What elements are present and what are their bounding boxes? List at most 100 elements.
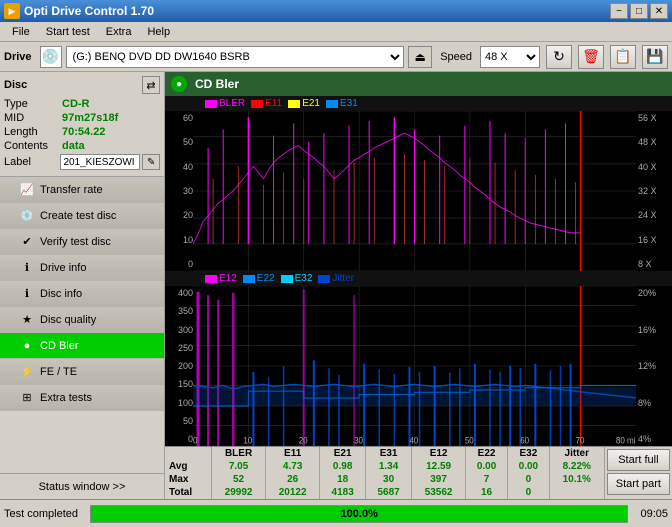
- menu-start-test[interactable]: Start test: [38, 24, 98, 40]
- nav-verify-test-disc[interactable]: ✔ Verify test disc: [0, 229, 164, 255]
- label-label: Label: [4, 156, 60, 168]
- upper-y-axis-left: 60 50 40 30 20 10 0: [165, 111, 193, 271]
- e11-label: E11: [265, 98, 282, 109]
- legend-bler: BLER: [205, 98, 245, 109]
- chart-header: ● CD Bler: [165, 72, 672, 96]
- nav-cd-bler[interactable]: ● CD Bler: [0, 333, 164, 359]
- save-button[interactable]: 💾: [642, 45, 668, 69]
- legend-e31: E31: [326, 98, 358, 109]
- nav-extra-tests[interactable]: ⊞ Extra tests: [0, 385, 164, 411]
- col-header-jitter: Jitter: [549, 447, 604, 460]
- erase-button[interactable]: 🗑: [578, 45, 604, 69]
- nav-transfer-rate[interactable]: 📈 Transfer rate: [0, 177, 164, 203]
- e31-label: E31: [340, 98, 358, 109]
- chart-title: CD Bler: [195, 77, 239, 91]
- status-window-label: Status window >>: [39, 481, 126, 493]
- e12-color: [205, 275, 217, 283]
- total-e22: 16: [466, 486, 508, 499]
- label-edit-button[interactable]: ✎: [142, 154, 160, 170]
- col-header-e21: E21: [320, 447, 366, 460]
- lower-chart-area: E12 E22 E32 Jitter 400: [165, 271, 672, 446]
- status-window-button[interactable]: Status window >>: [0, 473, 164, 499]
- menu-file[interactable]: File: [4, 24, 38, 40]
- svg-text:80 min: 80 min: [616, 435, 636, 446]
- status-bar: Test completed 100.0% 09:05: [0, 499, 672, 527]
- total-e32: 0: [507, 486, 549, 499]
- svg-text:70: 70: [576, 435, 585, 446]
- contents-value: data: [62, 140, 85, 152]
- lower-y-axis-left: 400 350 300 250 200 150 100 50 0: [165, 286, 193, 446]
- col-header-e31: E31: [366, 447, 412, 460]
- start-full-button[interactable]: Start full: [607, 449, 670, 471]
- max-e31: 30: [366, 473, 412, 486]
- legend-e11: E11: [251, 98, 282, 109]
- label-input[interactable]: [60, 154, 140, 170]
- max-bler: 52: [212, 473, 266, 486]
- jitter-color: [318, 275, 330, 283]
- nav-fe-te[interactable]: ⚡ FE / TE: [0, 359, 164, 385]
- speed-select[interactable]: 48 X: [480, 46, 540, 68]
- legend-e32: E32: [281, 273, 313, 284]
- legend-e21: E21: [288, 98, 320, 109]
- contents-label: Contents: [4, 140, 62, 152]
- drive-select[interactable]: (G:) BENQ DVD DD DW1640 BSRB: [66, 46, 405, 68]
- upper-chart-svg-container: 60 50 40 30 20 10 0: [165, 111, 672, 271]
- close-button[interactable]: ✕: [650, 3, 668, 19]
- nav-disc-info-label: Disc info: [40, 288, 82, 300]
- avg-e31: 1.34: [366, 460, 412, 473]
- total-bler: 29992: [212, 486, 266, 499]
- copy-button[interactable]: 📋: [610, 45, 636, 69]
- minimize-button[interactable]: −: [610, 3, 628, 19]
- data-table-area: BLER E11 E21 E31 E12 E22 E32 Jitter Avg: [165, 446, 672, 499]
- length-value: 70:54.22: [62, 126, 105, 138]
- upper-chart-area: BLER E11 E21 E31 60: [165, 96, 672, 271]
- progress-label: 100.0%: [91, 506, 627, 522]
- avg-bler: 7.05: [212, 460, 266, 473]
- nav-disc-info[interactable]: ℹ Disc info: [0, 281, 164, 307]
- nav-create-test-disc[interactable]: 💿 Create test disc: [0, 203, 164, 229]
- status-text: Test completed: [4, 508, 78, 520]
- e12-label: E12: [219, 273, 237, 284]
- refresh-button[interactable]: ↻: [546, 45, 572, 69]
- length-label: Length: [4, 126, 62, 138]
- upper-legend: BLER E11 E21 E31: [165, 96, 672, 111]
- jitter-label: Jitter: [332, 273, 354, 284]
- table-row-total: Total 29992 20122 4183 5687 53562 16 0: [165, 486, 604, 499]
- disc-refresh-button[interactable]: ⇄: [142, 76, 160, 94]
- type-label: Type: [4, 98, 62, 110]
- total-e11: 20122: [266, 486, 320, 499]
- max-e32: 0: [507, 473, 549, 486]
- legend-jitter: Jitter: [318, 273, 354, 284]
- legend-e22: E22: [243, 273, 275, 284]
- legend-e12: E12: [205, 273, 237, 284]
- avg-e11: 4.73: [266, 460, 320, 473]
- create-disc-icon: 💿: [20, 209, 34, 222]
- eject-button[interactable]: ⏏: [408, 46, 432, 68]
- elapsed-time: 09:05: [640, 508, 668, 520]
- svg-text:40: 40: [409, 435, 418, 446]
- lower-y-axis-right: 20% 16% 12% 8% 4%: [636, 286, 672, 446]
- title-bar: ▶ Opti Drive Control 1.70 − □ ✕: [0, 0, 672, 22]
- disc-info-icon: ℹ: [20, 287, 34, 300]
- start-part-button[interactable]: Start part: [607, 473, 670, 495]
- drive-bar: Drive 💿 (G:) BENQ DVD DD DW1640 BSRB ⏏ S…: [0, 42, 672, 72]
- nav-disc-quality[interactable]: ★ Disc quality: [0, 307, 164, 333]
- col-header-empty: [165, 447, 212, 460]
- transfer-rate-icon: 📈: [20, 183, 34, 196]
- menu-help[interactable]: Help: [139, 24, 178, 40]
- extra-tests-icon: ⊞: [20, 391, 34, 404]
- maximize-button[interactable]: □: [630, 3, 648, 19]
- svg-text:30: 30: [354, 435, 363, 446]
- nav-drive-info[interactable]: ℹ Drive info: [0, 255, 164, 281]
- data-table-wrapper: BLER E11 E21 E31 E12 E22 E32 Jitter Avg: [165, 447, 672, 499]
- nav-extra-tests-label: Extra tests: [40, 392, 92, 404]
- avg-e32: 0.00: [507, 460, 549, 473]
- menu-extra[interactable]: Extra: [98, 24, 140, 40]
- avg-label: Avg: [165, 460, 212, 473]
- avg-e12: 12.59: [412, 460, 466, 473]
- left-panel: Disc ⇄ Type CD-R MID 97m27s18f Length 70…: [0, 72, 165, 499]
- drive-icon: 💿: [40, 46, 62, 68]
- total-e31: 5687: [366, 486, 412, 499]
- avg-jitter: 8.22%: [549, 460, 604, 473]
- lower-legend: E12 E22 E32 Jitter: [165, 271, 672, 286]
